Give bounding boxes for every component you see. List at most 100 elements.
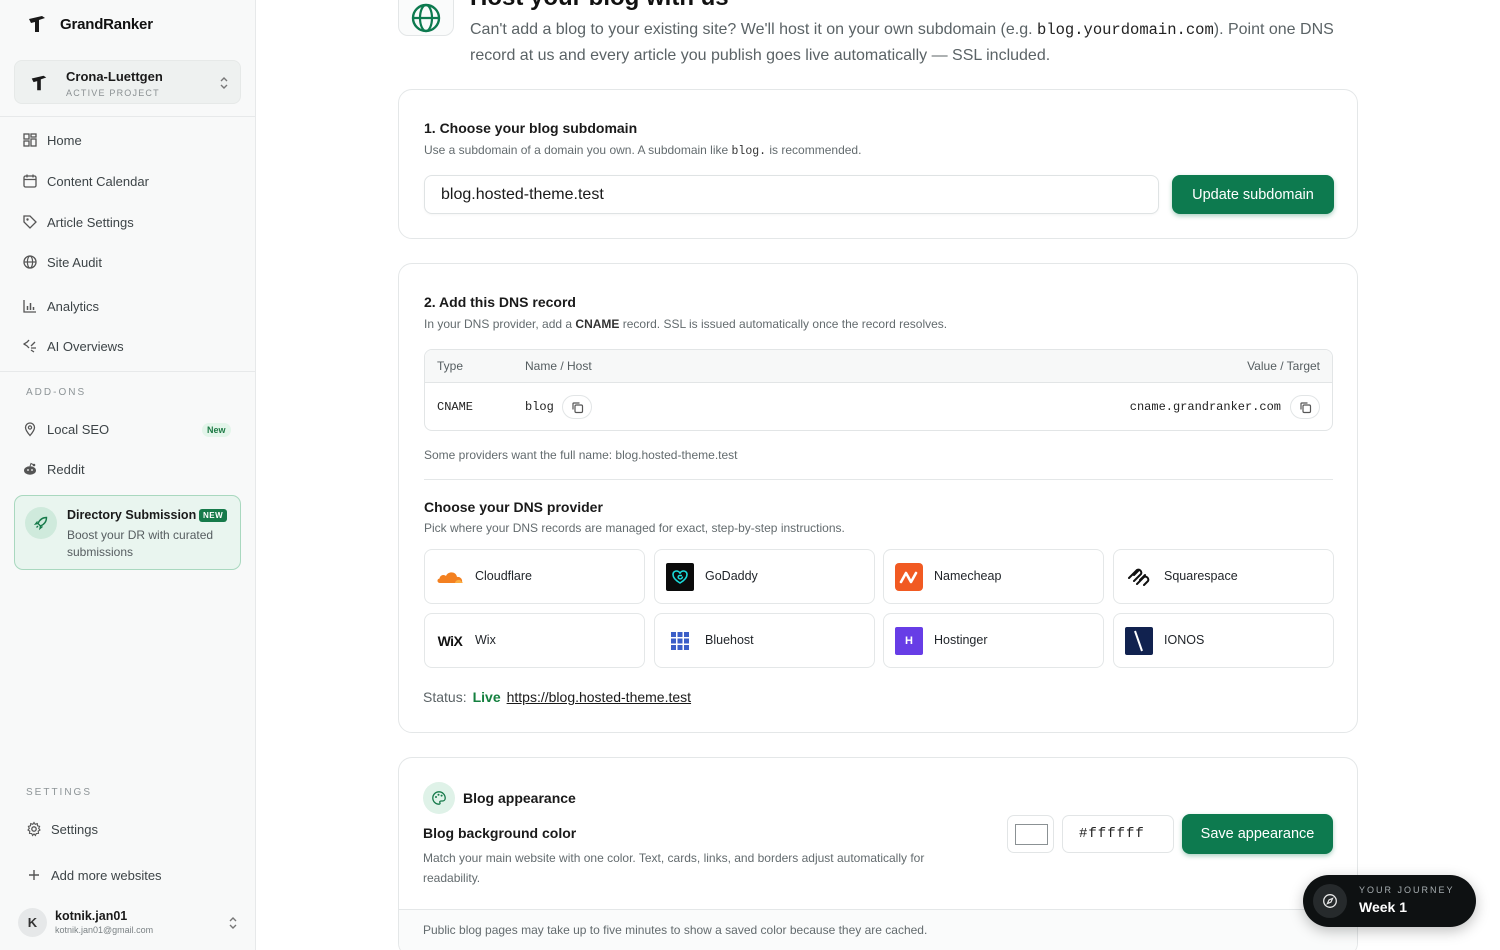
- provider-wix[interactable]: WiX Wix: [424, 613, 645, 668]
- project-subtitle: ACTIVE PROJECT: [66, 88, 160, 98]
- squarespace-icon: [1125, 563, 1153, 591]
- provider-namecheap[interactable]: Namecheap: [883, 549, 1104, 604]
- provider-label: Wix: [475, 633, 496, 647]
- provider-hostinger[interactable]: H Hostinger: [883, 613, 1104, 668]
- page-description: Can't add a blog to your existing site? …: [470, 17, 1350, 68]
- chevron-up-down-icon: [229, 917, 237, 929]
- project-name: Crona-Luettgen: [66, 69, 163, 84]
- godaddy-icon: [666, 563, 694, 591]
- provider-label: Squarespace: [1164, 569, 1238, 583]
- copy-value-button[interactable]: [1290, 395, 1320, 419]
- dns-record-card: 2. Add this DNS record In your DNS provi…: [398, 263, 1358, 733]
- settings-section-label: SETTINGS: [26, 787, 93, 798]
- subdomain-card-title: 1. Choose your blog subdomain: [424, 120, 638, 136]
- nav-home-label: Home: [47, 132, 82, 148]
- subdomain-sub-before: Use a subdomain of a domain you own. A s…: [424, 143, 732, 157]
- nav-analytics[interactable]: Analytics: [22, 298, 99, 314]
- save-appearance-button[interactable]: Save appearance: [1182, 814, 1333, 854]
- provider-label: Bluehost: [705, 633, 754, 647]
- ionos-icon: [1125, 627, 1153, 655]
- directory-submission-promo[interactable]: Directory Submission NEW Boost your DR w…: [14, 495, 241, 570]
- nav-reddit[interactable]: Reddit: [22, 461, 85, 477]
- status-label: Status:: [423, 689, 467, 705]
- background-color-label: Blog background color: [423, 825, 577, 841]
- map-pin-icon: [24, 422, 36, 437]
- hero-desc-before: Can't add a blog to your existing site? …: [470, 21, 1038, 38]
- dns-card-title: 2. Add this DNS record: [424, 294, 576, 310]
- subdomain-card-subtitle: Use a subdomain of a domain you own. A s…: [424, 143, 861, 158]
- bar-chart-icon: [23, 300, 36, 313]
- color-swatch-picker[interactable]: [1007, 815, 1054, 853]
- chevron-up-down-icon: [220, 77, 228, 89]
- subdomain-input[interactable]: blog.hosted-theme.test: [424, 175, 1159, 214]
- record-type: CNAME: [437, 400, 474, 414]
- provider-ionos[interactable]: IONOS: [1113, 613, 1334, 668]
- nav-content-calendar-label: Content Calendar: [47, 173, 149, 189]
- nav-article-settings[interactable]: Article Settings: [22, 214, 134, 230]
- plus-icon: [29, 870, 39, 880]
- dns-sub-after: record. SSL is issued automatically once…: [619, 317, 948, 331]
- user-menu[interactable]: K kotnik.jan01 kotnik.jan01@gmail.com: [18, 906, 243, 940]
- gear-icon: [27, 821, 41, 837]
- dns-sub-before: In your DNS provider, add a: [424, 317, 576, 331]
- provider-godaddy[interactable]: GoDaddy: [654, 549, 875, 604]
- new-badge: New: [202, 423, 231, 437]
- project-switcher[interactable]: Crona-Luettgen ACTIVE PROJECT: [14, 60, 241, 104]
- wix-logo-text: WiX: [437, 633, 463, 649]
- divider: [0, 371, 256, 372]
- dns-sub-bold: CNAME: [575, 317, 620, 331]
- nav-analytics-label: Analytics: [47, 298, 100, 314]
- hero-desc-code: blog.yourdomain.com: [1037, 21, 1214, 39]
- divider: [424, 479, 1333, 480]
- provider-label: IONOS: [1164, 633, 1205, 647]
- sidebar: GrandRanker Crona-Luettgen ACTIVE PROJEC…: [0, 0, 256, 950]
- provider-label: Namecheap: [934, 569, 1002, 583]
- dns-status: Status: Live https://blog.hosted-theme.tes…: [423, 689, 691, 705]
- hostinger-logo-text: H: [905, 635, 913, 647]
- calendar-icon: [23, 174, 37, 188]
- record-name: blog: [525, 400, 554, 414]
- project-logo-icon: [31, 75, 47, 91]
- provider-cloudflare[interactable]: Cloudflare: [424, 549, 645, 604]
- cloudflare-icon: [436, 563, 464, 591]
- journey-widget[interactable]: YOUR JOURNEY Week 1: [1303, 875, 1476, 927]
- col-type: Type: [437, 359, 464, 373]
- blog-url-link[interactable]: https://blog.hosted-theme.test: [507, 689, 691, 705]
- journey-value: Week 1: [1359, 899, 1407, 915]
- globe-icon: [23, 255, 37, 269]
- hostinger-icon: H: [895, 627, 923, 655]
- nav-home[interactable]: Home: [22, 132, 82, 148]
- dns-card-subtitle: In your DNS provider, add a CNAME record…: [424, 317, 947, 331]
- full-name-note: Some providers want the full name: blog.…: [424, 448, 738, 462]
- nav-site-audit-label: Site Audit: [47, 254, 102, 270]
- dns-table-header: Type Name / Host Value / Target: [425, 350, 1332, 383]
- copy-name-button[interactable]: [562, 395, 592, 419]
- grandranker-logo-icon: [29, 16, 45, 32]
- record-value: cname.grandranker.com: [1129, 400, 1281, 414]
- hex-color-input[interactable]: #ffffff: [1062, 815, 1174, 853]
- nav-add-websites-label: Add more websites: [51, 867, 162, 883]
- brand-name: GrandRanker: [60, 15, 153, 33]
- brand[interactable]: GrandRanker: [26, 13, 153, 35]
- provider-bluehost[interactable]: Bluehost: [654, 613, 875, 668]
- nav-local-seo-label: Local SEO: [47, 421, 110, 437]
- nav-add-websites[interactable]: Add more websites: [26, 867, 162, 883]
- user-email: kotnik.jan01@gmail.com: [55, 925, 154, 935]
- provider-label: Hostinger: [934, 633, 988, 647]
- sparkle-icon: [23, 339, 36, 353]
- nav-site-audit[interactable]: Site Audit: [22, 254, 102, 270]
- appearance-title: Blog appearance: [463, 790, 576, 806]
- nav-local-seo[interactable]: Local SEO: [22, 421, 109, 437]
- nav-content-calendar[interactable]: Content Calendar: [22, 173, 149, 189]
- nav-ai-overviews-label: AI Overviews: [47, 338, 124, 354]
- palette-icon: [423, 782, 455, 814]
- nav-article-settings-label: Article Settings: [47, 214, 134, 230]
- nav-ai-overviews[interactable]: AI Overviews: [22, 338, 124, 354]
- blog-appearance-card: Blog appearance Blog background color Ma…: [398, 757, 1358, 950]
- provider-squarespace[interactable]: Squarespace: [1113, 549, 1334, 604]
- nav-settings[interactable]: Settings: [26, 821, 98, 837]
- copy-icon: [1299, 401, 1311, 413]
- avatar: K: [18, 908, 47, 937]
- namecheap-icon: [895, 563, 923, 591]
- update-subdomain-button[interactable]: Update subdomain: [1172, 175, 1334, 214]
